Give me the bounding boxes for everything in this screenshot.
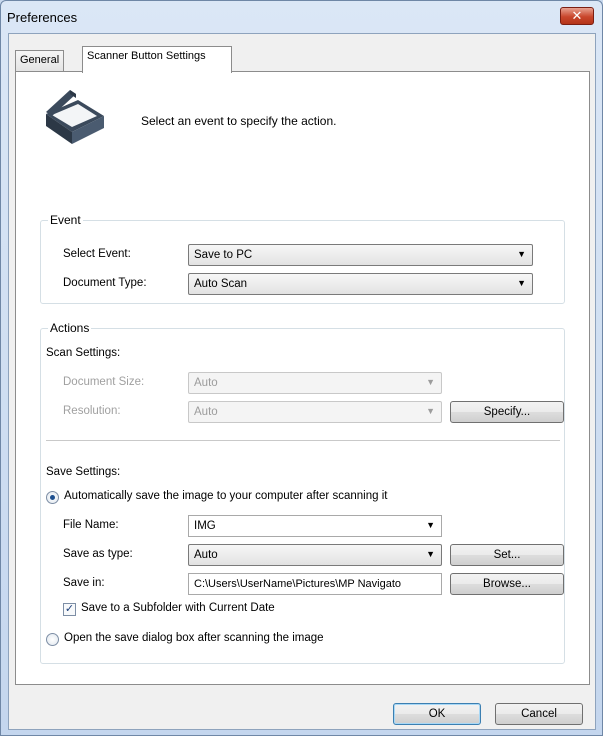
ok-button[interactable]: OK bbox=[393, 703, 481, 725]
resolution-dropdown[interactable]: Auto ▼ bbox=[188, 401, 442, 423]
preferences-window: Preferences ✕ General Scanner Button Set… bbox=[0, 0, 603, 736]
dialog-client: General Scanner Button Settings Select a… bbox=[8, 33, 596, 730]
chevron-down-icon: ▼ bbox=[426, 377, 435, 387]
set-button[interactable]: Set... bbox=[450, 544, 564, 566]
file-name-value: IMG bbox=[194, 520, 216, 532]
open-dialog-radio[interactable] bbox=[46, 633, 59, 646]
file-name-label: File Name: bbox=[63, 519, 119, 531]
resolution-value: Auto bbox=[194, 406, 218, 418]
specify-button[interactable]: Specify... bbox=[450, 401, 564, 423]
browse-button[interactable]: Browse... bbox=[450, 573, 564, 595]
select-event-dropdown[interactable]: Save to PC ▼ bbox=[188, 244, 533, 266]
chevron-down-icon: ▼ bbox=[426, 549, 435, 559]
document-type-dropdown[interactable]: Auto Scan ▼ bbox=[188, 273, 533, 295]
resolution-label: Resolution: bbox=[63, 405, 121, 417]
save-as-type-dropdown[interactable]: Auto ▼ bbox=[188, 544, 442, 566]
document-type-value: Auto Scan bbox=[194, 278, 248, 290]
document-size-value: Auto bbox=[194, 377, 218, 389]
divider bbox=[46, 440, 560, 441]
save-in-field[interactable]: C:\Users\UserName\Pictures\MP Navigato bbox=[188, 573, 442, 595]
file-name-combobox[interactable]: IMG ▼ bbox=[188, 515, 442, 537]
save-as-type-value: Auto bbox=[194, 549, 218, 561]
chevron-down-icon: ▼ bbox=[426, 406, 435, 416]
select-event-label: Select Event: bbox=[63, 248, 131, 260]
select-event-value: Save to PC bbox=[194, 249, 253, 261]
check-icon: ✓ bbox=[64, 603, 75, 615]
auto-save-label[interactable]: Automatically save the image to your com… bbox=[64, 490, 387, 502]
chevron-down-icon: ▼ bbox=[426, 520, 435, 530]
save-in-label: Save in: bbox=[63, 577, 105, 589]
cancel-button[interactable]: Cancel bbox=[495, 703, 583, 725]
window-title: Preferences bbox=[7, 10, 78, 25]
document-size-label: Document Size: bbox=[63, 376, 145, 388]
close-button[interactable]: ✕ bbox=[560, 7, 594, 25]
save-as-type-label: Save as type: bbox=[63, 548, 133, 560]
document-size-dropdown[interactable]: Auto ▼ bbox=[188, 372, 442, 394]
actions-legend: Actions bbox=[48, 321, 92, 335]
tab-scanner-button-settings[interactable]: Scanner Button Settings bbox=[82, 46, 232, 73]
document-type-label: Document Type: bbox=[63, 277, 147, 289]
tab-general[interactable]: General bbox=[15, 50, 65, 72]
save-in-value: C:\Users\UserName\Pictures\MP Navigato bbox=[194, 578, 402, 590]
subfolder-label[interactable]: Save to a Subfolder with Current Date bbox=[81, 602, 275, 614]
scan-settings-label: Scan Settings: bbox=[46, 347, 121, 359]
title-bar[interactable]: Preferences ✕ bbox=[1, 1, 602, 33]
intro-text: Select an event to specify the action. bbox=[141, 114, 337, 128]
close-icon: ✕ bbox=[571, 8, 583, 23]
save-settings-label: Save Settings: bbox=[46, 466, 121, 478]
chevron-down-icon: ▼ bbox=[517, 278, 526, 288]
auto-save-radio[interactable] bbox=[46, 491, 59, 504]
subfolder-checkbox[interactable]: ✓ bbox=[63, 603, 76, 616]
scanner-icon bbox=[46, 90, 104, 144]
tab-panel: Select an event to specify the action. E… bbox=[15, 71, 590, 685]
event-legend: Event bbox=[48, 213, 83, 227]
open-dialog-label[interactable]: Open the save dialog box after scanning … bbox=[64, 632, 324, 644]
chevron-down-icon: ▼ bbox=[517, 249, 526, 259]
